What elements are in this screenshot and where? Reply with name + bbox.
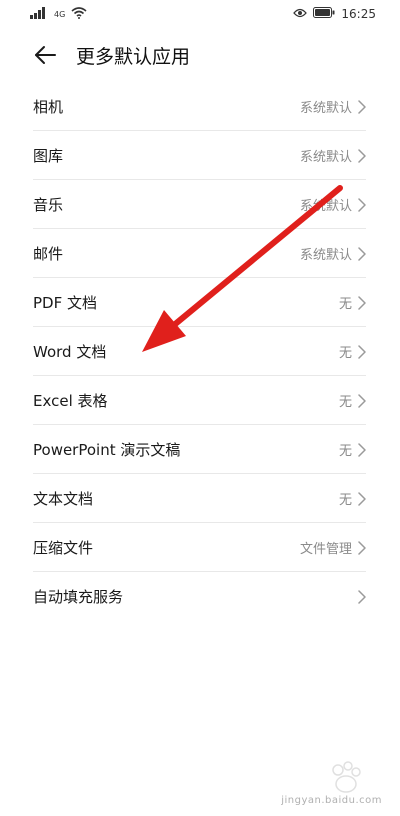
settings-item-value: 系统默认 bbox=[299, 101, 352, 116]
chevron-right-icon bbox=[358, 197, 366, 212]
settings-item-value: 无 bbox=[338, 493, 352, 508]
settings-item-label: 图库 bbox=[33, 147, 64, 165]
settings-item-label: PDF 文档 bbox=[33, 294, 97, 312]
page-title: 更多默认应用 bbox=[76, 45, 191, 68]
chevron-right-icon bbox=[358, 589, 366, 604]
chevron-right-icon bbox=[358, 148, 366, 163]
settings-item-label: Word 文档 bbox=[33, 343, 107, 361]
settings-item-right: 无 bbox=[339, 440, 366, 459]
settings-item-label: Excel 表格 bbox=[33, 392, 108, 410]
settings-item-label: 音乐 bbox=[33, 196, 64, 214]
battery-icon bbox=[313, 7, 335, 21]
chevron-right-icon bbox=[358, 540, 366, 555]
settings-item-value: 系统默认 bbox=[299, 248, 352, 263]
watermark-text: jingyan.baidu.com bbox=[281, 795, 382, 806]
settings-item-value: 系统默认 bbox=[299, 199, 352, 214]
network-type: 4G bbox=[54, 9, 66, 19]
settings-item-value: 无 bbox=[338, 297, 352, 312]
settings-item-label: 文本文档 bbox=[33, 490, 94, 508]
settings-item[interactable]: 邮件 系统默认 bbox=[0, 229, 400, 278]
chevron-right-icon bbox=[358, 393, 366, 408]
settings-item-right: 系统默认 bbox=[300, 146, 366, 165]
chevron-right-icon bbox=[358, 344, 366, 359]
settings-item-right: 系统默认 bbox=[300, 244, 366, 263]
settings-item[interactable]: 自动填充服务 bbox=[0, 572, 400, 621]
settings-item[interactable]: 音乐 系统默认 bbox=[0, 180, 400, 229]
settings-item[interactable]: Excel 表格 无 bbox=[0, 376, 400, 425]
settings-item-right: 系统默认 bbox=[300, 195, 366, 214]
settings-item-right: 系统默认 bbox=[300, 97, 366, 116]
chevron-right-icon bbox=[358, 99, 366, 114]
settings-item-value: 无 bbox=[338, 444, 352, 459]
settings-item-label: 邮件 bbox=[33, 245, 64, 263]
chevron-right-icon bbox=[358, 442, 366, 457]
status-right: 16:25 bbox=[293, 7, 376, 21]
settings-item-right: 无 bbox=[339, 391, 366, 410]
settings-item-right: 无 bbox=[339, 293, 366, 312]
settings-item-value: 系统默认 bbox=[299, 150, 352, 165]
status-time: 16:25 bbox=[341, 7, 376, 21]
settings-item-right bbox=[352, 589, 366, 604]
wifi-icon bbox=[71, 6, 87, 22]
back-arrow-icon bbox=[35, 46, 56, 64]
settings-item-value: 无 bbox=[338, 346, 352, 361]
settings-item-right: 无 bbox=[339, 489, 366, 508]
chevron-right-icon bbox=[358, 246, 366, 261]
settings-item-right: 文件管理 bbox=[300, 538, 366, 557]
chevron-right-icon bbox=[358, 491, 366, 506]
settings-item-value: 文件管理 bbox=[299, 542, 352, 557]
chevron-right-icon bbox=[358, 295, 366, 310]
settings-item[interactable]: PDF 文档 无 bbox=[0, 278, 400, 327]
status-bar: 4G 16:25 bbox=[0, 0, 400, 28]
signal-icon bbox=[30, 6, 48, 22]
settings-item-label: 自动填充服务 bbox=[33, 588, 124, 606]
settings-item-value: 无 bbox=[338, 395, 352, 410]
settings-item-label: PowerPoint 演示文稿 bbox=[33, 441, 181, 459]
settings-item[interactable]: 图库 系统默认 bbox=[0, 131, 400, 180]
settings-item-label: 相机 bbox=[33, 98, 64, 116]
settings-item[interactable]: PowerPoint 演示文稿 无 bbox=[0, 425, 400, 474]
header: 更多默认应用 bbox=[0, 28, 400, 82]
settings-item[interactable]: 文本文档 无 bbox=[0, 474, 400, 523]
settings-item-label: 压缩文件 bbox=[33, 539, 94, 557]
back-button[interactable] bbox=[32, 42, 58, 68]
status-left: 4G bbox=[30, 6, 87, 22]
settings-item[interactable]: 压缩文件 文件管理 bbox=[0, 523, 400, 572]
settings-item[interactable]: Word 文档 无 bbox=[0, 327, 400, 376]
settings-item[interactable]: 相机 系统默认 bbox=[0, 82, 400, 131]
settings-item-right: 无 bbox=[339, 342, 366, 361]
settings-list: 相机 系统默认 图库 系统默认 音乐 系统默认 邮件 系统默认 PDF 文档无 Word 文档无 E… bbox=[0, 82, 400, 621]
eye-comfort-icon bbox=[293, 7, 308, 21]
